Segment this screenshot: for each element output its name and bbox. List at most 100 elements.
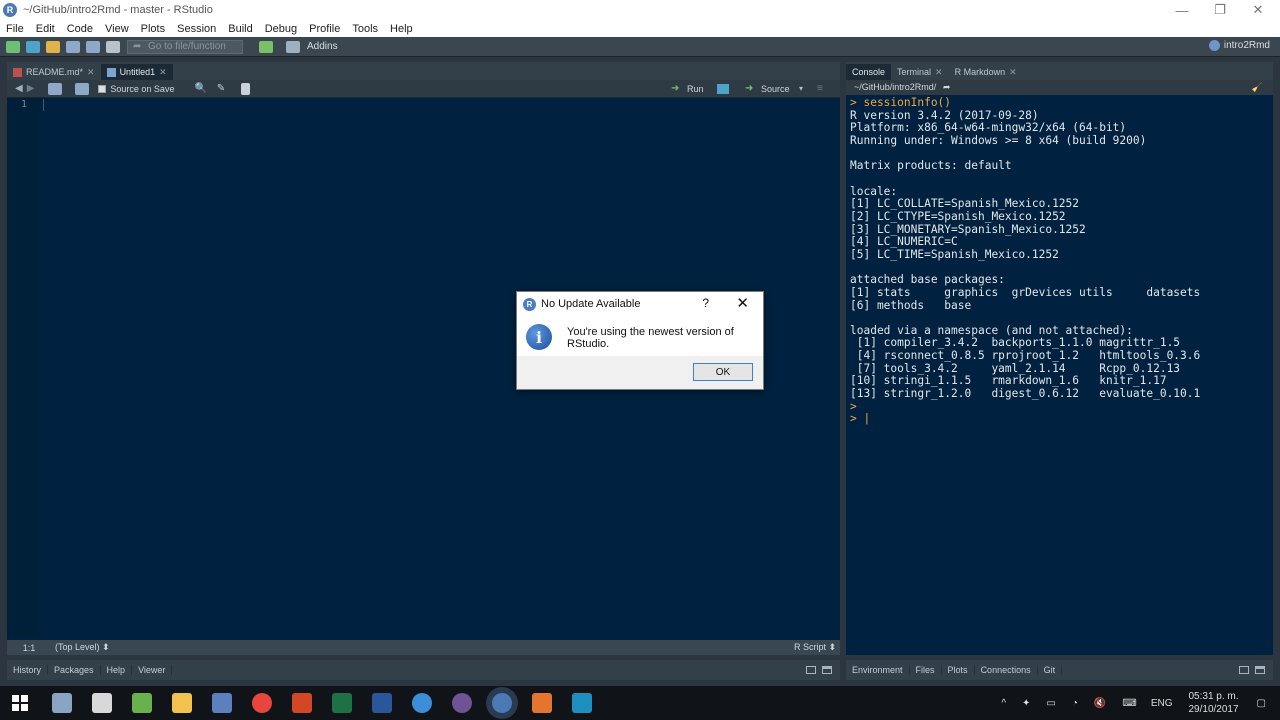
source-dropdown-icon[interactable]: ▾ [799, 84, 803, 93]
tab-viewer[interactable]: Viewer [132, 665, 173, 675]
menu-debug[interactable]: Debug [259, 23, 303, 35]
show-in-window-icon[interactable] [48, 82, 63, 95]
tab-files[interactable]: Files [910, 665, 942, 675]
tab-readme[interactable]: README.md* ✕ [7, 64, 101, 80]
menu-help[interactable]: Help [384, 23, 419, 35]
python-ide-icon[interactable] [572, 693, 592, 713]
menu-code[interactable]: Code [61, 23, 99, 35]
compile-report-icon[interactable] [241, 82, 251, 95]
restore-button[interactable]: ❐ [1200, 0, 1240, 20]
system-tray: ^ ✦ ▭ ◔ 🔇 ⌨ ENG 05:31 p. m. 29/10/2017 ▢ [993, 686, 1280, 720]
window-title: ~/GitHub/intro2Rmd - master - RStudio [23, 4, 213, 16]
notepad-icon[interactable] [212, 693, 232, 713]
scope-selector[interactable]: (Top Level) ⬍ [55, 642, 110, 653]
close-tab-icon[interactable]: ✕ [159, 67, 167, 78]
menu-session[interactable]: Session [171, 23, 222, 35]
save-all-icon[interactable] [86, 40, 100, 53]
ok-button[interactable]: OK [693, 363, 753, 381]
chrome-icon[interactable] [252, 693, 272, 713]
battery-icon[interactable]: ▭ [1046, 698, 1055, 709]
tab-environment[interactable]: Environment [846, 665, 910, 675]
new-file-icon[interactable] [6, 40, 20, 53]
tab-terminal[interactable]: Terminal ✕ [891, 64, 949, 80]
menu-tools[interactable]: Tools [346, 23, 384, 35]
menu-build[interactable]: Build [222, 23, 258, 35]
back-arrow-icon[interactable]: ◀ [15, 83, 23, 94]
minimize-pane-icon[interactable] [1239, 666, 1249, 674]
windows-start-icon[interactable] [12, 695, 28, 711]
wifi-icon[interactable]: ◔ [1072, 698, 1078, 709]
source-button[interactable]: Source [761, 84, 790, 94]
dropbox-icon[interactable]: ✦ [1022, 698, 1030, 709]
tab-untitled1[interactable]: Untitled1 ✕ [100, 64, 173, 80]
dialog-help-button[interactable]: ? [702, 296, 709, 310]
notifications-icon[interactable]: ▢ [1257, 698, 1266, 709]
tab-packages[interactable]: Packages [48, 665, 101, 675]
maximize-pane-icon[interactable] [822, 666, 832, 674]
menu-edit[interactable]: Edit [30, 23, 61, 35]
messaging-icon[interactable] [412, 693, 432, 713]
volume-icon[interactable]: 🔇 [1094, 698, 1106, 709]
vcs-icon[interactable] [259, 40, 273, 53]
file-explorer-icon[interactable] [172, 693, 192, 713]
new-project-icon[interactable] [26, 40, 40, 53]
close-window-button[interactable]: ✕ [1238, 0, 1278, 20]
dialog-message: You're using the newest version of RStud… [567, 326, 734, 350]
tab-history[interactable]: History [7, 665, 49, 675]
save-icon[interactable] [66, 40, 80, 53]
search-icon[interactable]: 🔍 [194, 83, 206, 94]
minimize-pane-icon[interactable] [806, 666, 816, 674]
settings-app-icon[interactable] [52, 693, 72, 713]
powerpoint-icon[interactable] [292, 693, 312, 713]
open-file-icon[interactable] [46, 40, 60, 53]
line-number: 1 [20, 99, 27, 110]
clock[interactable]: 05:31 p. m. 29/10/2017 [1188, 690, 1238, 716]
rerun-icon[interactable] [717, 83, 729, 94]
menu-profile[interactable]: Profile [303, 23, 346, 35]
language-indicator[interactable]: ENG [1151, 698, 1173, 709]
forward-arrow-icon[interactable]: ▶ [27, 83, 35, 94]
dialog-close-button[interactable]: ✕ [736, 294, 749, 312]
editor-app-icon[interactable] [132, 693, 152, 713]
run-button[interactable]: Run [687, 84, 704, 94]
tab-connections[interactable]: Connections [975, 665, 1038, 675]
filetype-selector[interactable]: R Script ⬍ [794, 642, 836, 653]
calculator-icon[interactable] [92, 693, 112, 713]
matlab-icon[interactable] [532, 693, 552, 713]
magic-wand-icon[interactable]: ✎ [217, 83, 225, 94]
word-icon[interactable] [372, 693, 392, 713]
tab-r-markdown[interactable]: R Markdown ✕ [949, 64, 1023, 80]
tab-help[interactable]: Help [101, 665, 133, 675]
clear-console-icon[interactable]: 🧹 [1252, 80, 1263, 95]
clock-date: 29/10/2017 [1188, 704, 1239, 715]
rstudio-taskbar-icon[interactable] [492, 693, 512, 713]
run-icon: ➜ [671, 83, 680, 94]
menu-file[interactable]: File [0, 23, 30, 35]
excel-icon[interactable] [332, 693, 352, 713]
working-directory: ~/GitHub/intro2Rmd/ ➦ 🧹 [846, 80, 1273, 95]
goto-file-input[interactable]: ➦ Go to file/function [127, 39, 243, 54]
goto-directory-icon[interactable]: ➦ [943, 82, 951, 92]
github-desktop-icon[interactable] [452, 693, 472, 713]
show-hidden-icons[interactable]: ^ [1001, 698, 1006, 709]
tab-console[interactable]: Console [846, 64, 892, 80]
console-output[interactable]: > sessionInfo() R version 3.4.2 (2017-09-… [850, 96, 1270, 426]
pane-layout-icon[interactable] [286, 40, 300, 53]
minimize-button[interactable]: — [1162, 0, 1202, 20]
rstudio-logo-icon: R [3, 3, 17, 17]
close-tab-icon[interactable]: ✕ [87, 67, 95, 78]
tab-plots[interactable]: Plots [942, 665, 975, 675]
print-icon[interactable] [106, 40, 120, 53]
close-tab-icon[interactable]: ✕ [1009, 67, 1017, 78]
outline-icon[interactable]: ≡ [817, 83, 823, 94]
source-on-save-checkbox[interactable] [98, 84, 107, 93]
maximize-pane-icon[interactable] [1255, 666, 1265, 674]
project-menu[interactable]: intro2Rmd [1208, 40, 1270, 51]
keyboard-icon[interactable]: ⌨ [1122, 698, 1136, 709]
tab-git[interactable]: Git [1038, 665, 1063, 675]
addins-menu[interactable]: Addins [307, 41, 338, 52]
save-doc-icon[interactable] [75, 82, 90, 95]
menu-plots[interactable]: Plots [135, 23, 171, 35]
menu-view[interactable]: View [99, 23, 135, 35]
close-tab-icon[interactable]: ✕ [935, 67, 943, 78]
